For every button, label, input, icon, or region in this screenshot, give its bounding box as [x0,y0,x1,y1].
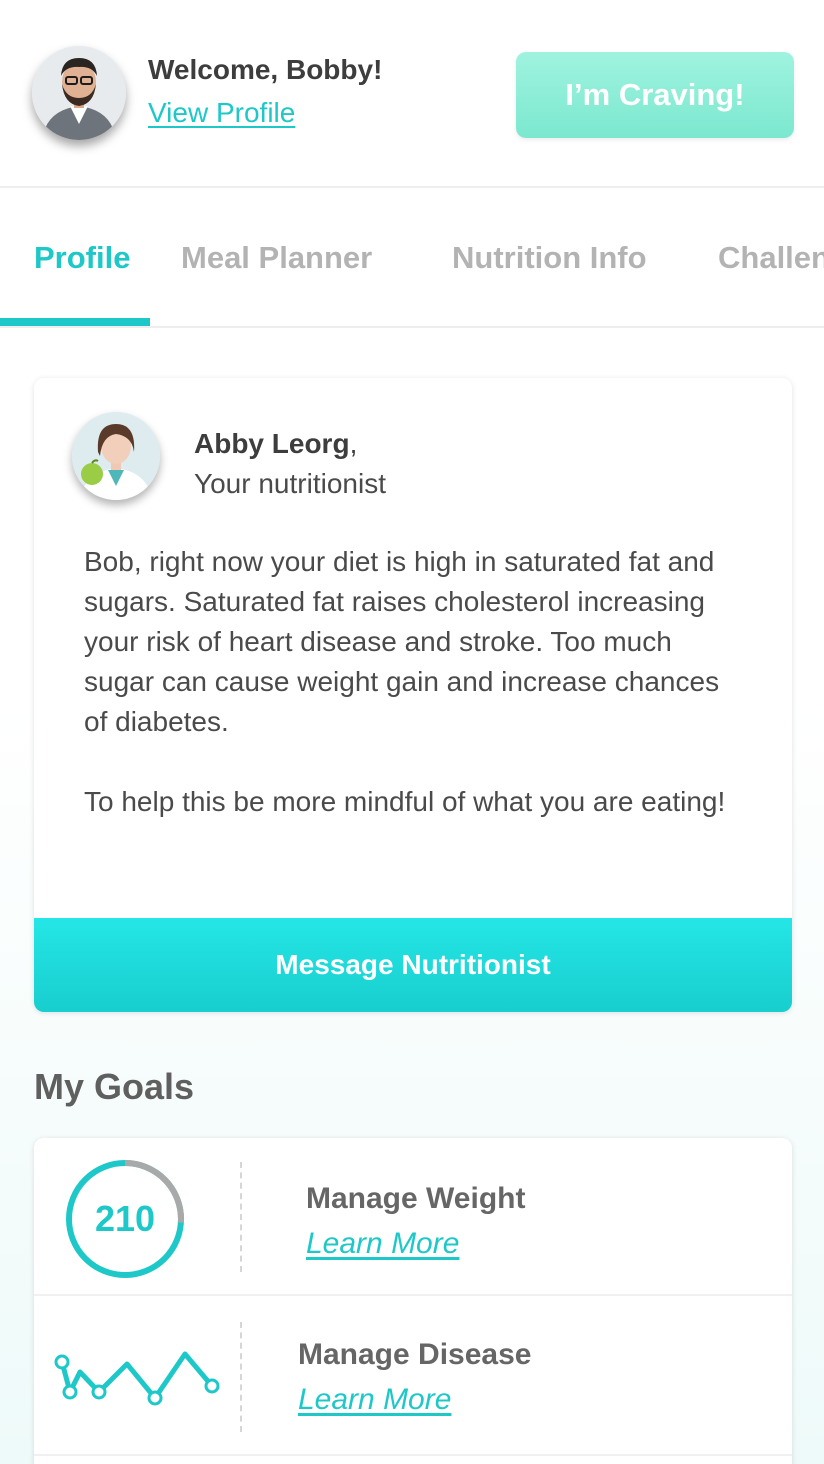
goal-row-manage-disease[interactable]: Manage Disease Learn More [34,1298,792,1456]
message-paragraph-1: Bob, right now your diet is high in satu… [84,546,720,737]
nutritionist-name-line: Abby Leorg, [194,428,357,460]
goals-card: 210 Manage Weight Learn More Manage Dise… [34,1138,792,1464]
header: Welcome, Bobby! View Profile I’m Craving… [0,0,824,188]
goal-title-manage-disease: Manage Disease [298,1338,532,1371]
nutritionist-card: Abby Leorg, Your nutritionist Bob, right… [34,378,792,1012]
tab-profile[interactable]: Profile [34,240,130,276]
weight-value: 210 [95,1198,155,1239]
goal-divider [240,1322,242,1432]
learn-more-disease-link[interactable]: Learn More [298,1383,451,1417]
user-avatar[interactable] [32,46,126,140]
message-paragraph-2: To help this be more mindful of what you… [84,786,726,817]
welcome-text: Welcome, Bobby! [148,54,383,85]
goal-divider [240,1162,242,1272]
goals-title: My Goals [34,1066,195,1107]
im-craving-button[interactable]: I’m Craving! [516,52,794,138]
nutritionist-name-suffix: , [349,428,358,459]
active-tab-indicator [0,318,150,326]
nutritionist-avatar[interactable] [72,412,160,500]
view-profile-link[interactable]: View Profile [148,97,295,129]
weight-progress-ring: 210 [66,1160,184,1278]
goal-title-manage-weight: Manage Weight [306,1182,526,1215]
nutritionist-message: Bob, right now your diet is high in satu… [84,542,744,862]
profile-screen: Welcome, Bobby! View Profile I’m Craving… [0,0,824,1464]
goal-row-manage-weight[interactable]: 210 Manage Weight Learn More [34,1138,792,1296]
nutritionist-role: Your nutritionist [194,468,386,499]
tab-bar: Profile Meal Planner Nutrition Info Chal… [0,190,824,328]
learn-more-weight-link[interactable]: Learn More [306,1227,459,1261]
user-avatar-image [32,46,126,140]
nutritionist-avatar-image [72,412,160,500]
message-nutritionist-button[interactable]: Message Nutritionist [34,918,792,1012]
nutritionist-name: Abby Leorg [194,428,350,459]
tab-meal-planner[interactable]: Meal Planner [181,240,372,276]
heartbeat-chart-icon [54,1351,220,1406]
tab-challenges[interactable]: Challen [718,240,824,276]
tab-nutrition-info[interactable]: Nutrition Info [452,240,647,276]
